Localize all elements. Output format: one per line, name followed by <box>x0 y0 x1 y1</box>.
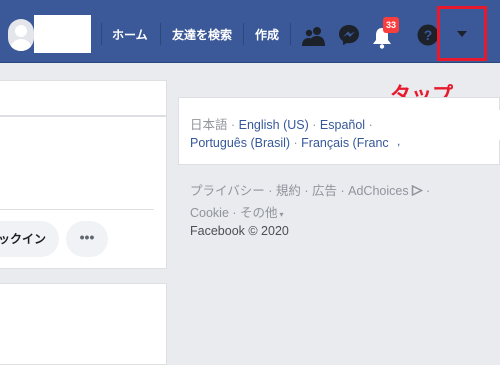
help-icon[interactable]: ? <box>417 24 439 46</box>
home-link[interactable]: ホーム <box>112 26 148 43</box>
avatar-shoulders-shape <box>10 39 32 51</box>
terms-link[interactable]: 規約 <box>276 184 301 198</box>
more-caret-icon: ▾ <box>279 210 284 219</box>
language-portuguese-link[interactable]: Português (Brasil) <box>190 136 290 150</box>
nav-separator <box>101 23 102 45</box>
post-divider <box>0 209 154 210</box>
profile-avatar[interactable] <box>8 19 34 51</box>
more-options-button[interactable]: ••• <box>66 221 108 257</box>
messenger-icon[interactable] <box>338 24 360 46</box>
current-language: 日本語 <box>190 118 228 132</box>
more-link[interactable]: その他 <box>240 206 278 220</box>
find-friends-link[interactable]: 友達を検索 <box>172 26 232 43</box>
adchoices-link[interactable]: AdChoices <box>348 184 408 198</box>
copyright-text: Facebook © 2020 <box>190 224 289 238</box>
language-line-1: 日本語 · English (US) · Español · <box>190 118 373 132</box>
ads-link[interactable]: 広告 <box>312 184 337 198</box>
top-bar-border <box>0 62 500 63</box>
cookie-link[interactable]: Cookie <box>190 206 229 220</box>
footer-line-2: Cookie · その他 ▾ <box>190 206 284 220</box>
feed-next-card <box>0 283 167 365</box>
avatar-head-shape <box>15 25 27 37</box>
profile-name-redacted[interactable] <box>34 15 91 53</box>
footer-line-1: プライバシー · 規約 · 広告 · AdChoices · <box>190 184 431 198</box>
tap-label-backdrop <box>388 110 500 140</box>
notification-count-badge: 33 <box>383 17 399 33</box>
privacy-link[interactable]: プライバシー <box>190 184 265 198</box>
language-french-link[interactable]: Français (Franc <box>301 136 389 150</box>
tap-highlight-box <box>437 6 487 61</box>
language-spanish-link[interactable]: Español <box>320 118 365 132</box>
nav-separator <box>160 23 161 45</box>
create-link[interactable]: 作成 <box>255 26 279 43</box>
friends-icon[interactable] <box>302 26 326 46</box>
language-line-2: Português (Brasil) · Français (Franc <box>190 136 389 150</box>
nav-separator <box>290 23 291 45</box>
adchoices-icon <box>411 184 423 197</box>
svg-text:?: ? <box>424 27 433 43</box>
checkin-button[interactable]: ックイン <box>0 221 59 257</box>
feed-card-header <box>0 80 167 116</box>
language-english-link[interactable]: English (US) <box>239 118 309 132</box>
nav-separator <box>243 23 244 45</box>
